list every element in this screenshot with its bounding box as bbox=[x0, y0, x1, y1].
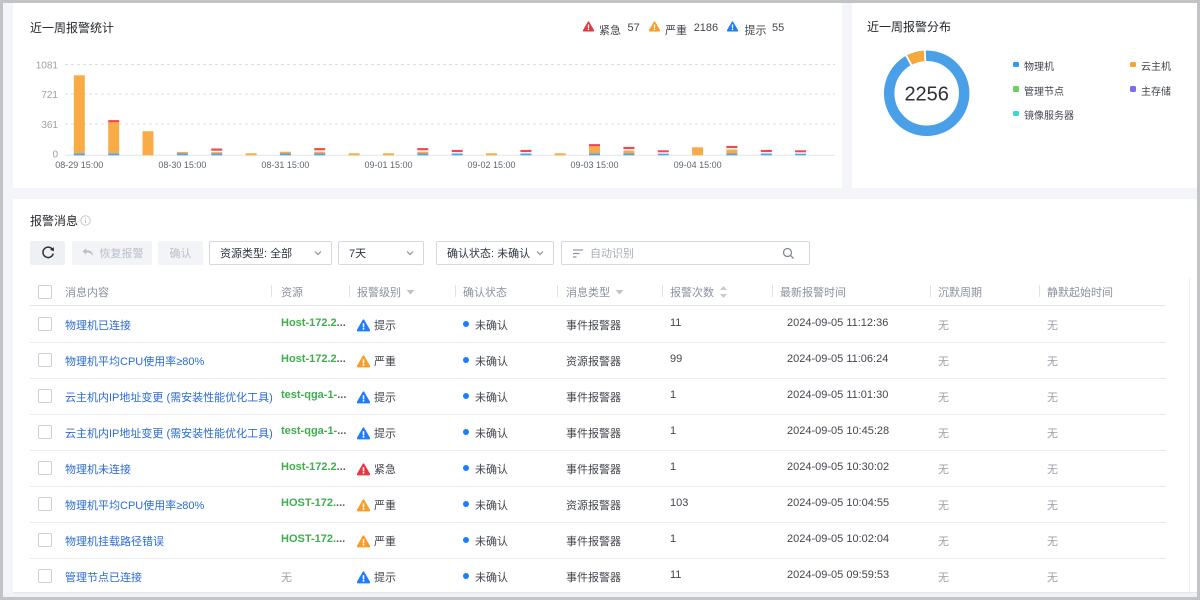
svg-text:08-29 15:00: 08-29 15:00 bbox=[55, 160, 103, 170]
svg-text:08-31 15:00: 08-31 15:00 bbox=[261, 160, 309, 170]
svg-text:2256: 2256 bbox=[904, 84, 949, 106]
svg-text:0: 0 bbox=[52, 150, 58, 161]
svg-text:721: 721 bbox=[41, 90, 58, 101]
svg-text:09-04 15:00: 09-04 15:00 bbox=[674, 160, 722, 170]
svg-text:361: 361 bbox=[41, 120, 58, 131]
svg-text:1081: 1081 bbox=[36, 61, 59, 72]
svg-text:08-30 15:00: 08-30 15:00 bbox=[158, 160, 206, 170]
svg-text:09-03 15:00: 09-03 15:00 bbox=[570, 160, 618, 170]
svg-text:09-01 15:00: 09-01 15:00 bbox=[364, 160, 412, 170]
svg-text:09-02 15:00: 09-02 15:00 bbox=[467, 160, 515, 170]
